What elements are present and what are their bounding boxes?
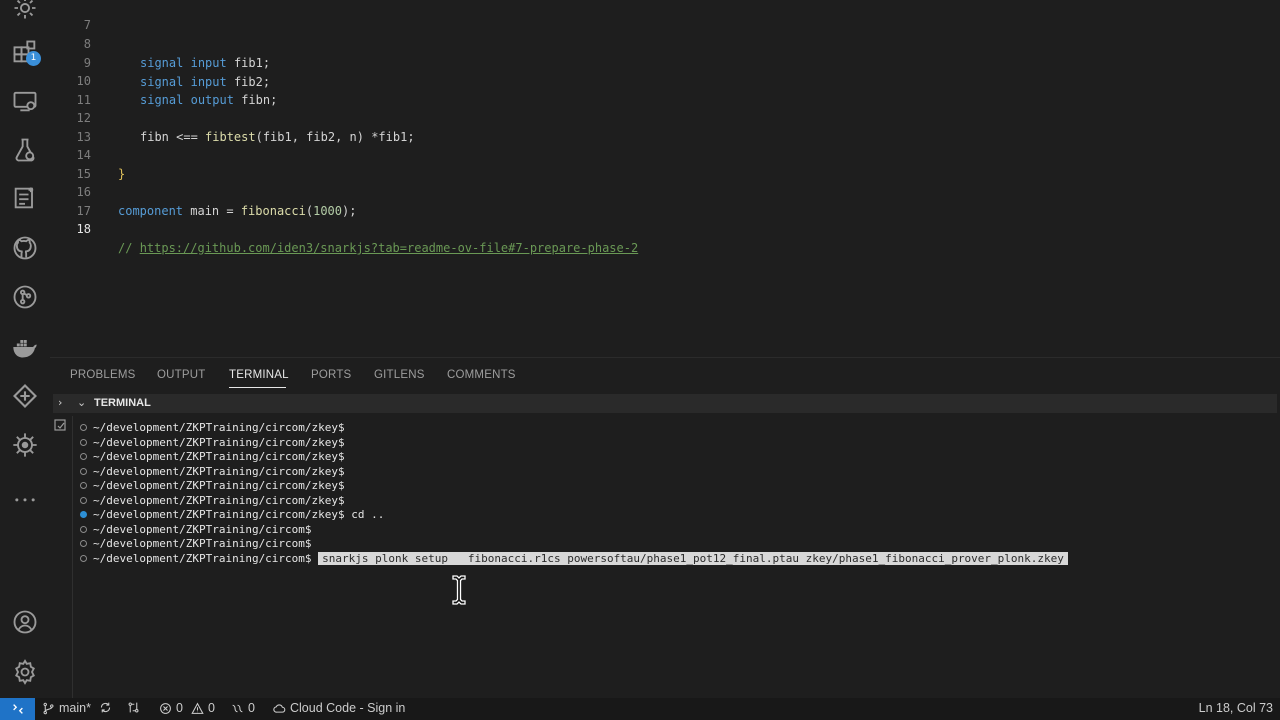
terminal-line: ~/development/ZKPTraining/circom/zkey$: [80, 421, 345, 436]
manage-gear-icon[interactable]: [9, 656, 41, 688]
ports-icon: [232, 704, 243, 712]
remote-explorer-icon[interactable]: [9, 85, 41, 117]
chevron-right-icon[interactable]: ›: [58, 396, 62, 409]
code-line-10: 10 signal output fibn;: [50, 53, 1280, 107]
terminal-line: ~/development/ZKPTraining/circom/zkey$: [80, 436, 345, 451]
cloud-code-label: Cloud Code - Sign in: [290, 701, 406, 715]
terminal-split-icon[interactable]: [53, 418, 69, 434]
code-line-16: 16 component main = fibonacci(1000);: [50, 164, 1280, 218]
problems-item[interactable]: 0 0: [159, 701, 215, 715]
error-count: 0: [176, 701, 183, 715]
command-decoration-icon[interactable]: [80, 424, 87, 431]
tab-gitlens[interactable]: GITLENS: [374, 369, 425, 381]
tab-comments[interactable]: COMMENTS: [447, 369, 516, 381]
command-decoration-icon[interactable]: [80, 525, 87, 533]
terminal-section-header[interactable]: › ⌄ TERMINAL: [53, 394, 1277, 413]
code-line-7: 7: [50, 0, 1280, 32]
helm-icon[interactable]: [9, 429, 41, 461]
terminal-line: ~/development/ZKPTraining/circom/zkey$: [80, 465, 345, 480]
terminal-line: ~/development/ZKPTraining/circom/zkey$: [80, 494, 345, 509]
github-icon[interactable]: [9, 232, 41, 264]
code-text: // https://github.com/iden3/snarkjs?tab=…: [118, 241, 639, 255]
error-icon: [160, 702, 171, 714]
code-line-8: 8 signal input fib1;: [50, 16, 1280, 70]
remote-indicator[interactable]: [0, 698, 35, 720]
code-line-17: 17: [50, 183, 1280, 218]
tab-problems[interactable]: PROBLEMS: [70, 369, 136, 381]
extensions-badge: 1: [26, 51, 41, 66]
notes-icon[interactable]: [9, 182, 41, 214]
branch-name: main*: [59, 701, 91, 715]
bottom-panel: PROBLEMS OUTPUT TERMINAL PORTS GITLENS C…: [50, 357, 1280, 698]
settings-gear-icon[interactable]: [9, 0, 41, 24]
terminal-line: ~/development/ZKPTraining/circom/zkey$ c…: [80, 508, 384, 523]
activity-bar: 1: [0, 0, 50, 698]
active-tab-indicator: [229, 387, 286, 388]
text-cursor-icon: [452, 575, 466, 605]
command-decoration-icon[interactable]: [80, 453, 87, 460]
terminal-line: ~/development/ZKPTraining/circom$: [80, 523, 312, 538]
terminal-section-title: TERMINAL: [94, 397, 151, 409]
terminal-line: ~/development/ZKPTraining/circom/zkey$: [80, 450, 345, 465]
code-line-18: 18 // https://github.com/iden3/snarkjs?t…: [50, 201, 1280, 255]
panel-tabs: PROBLEMS OUTPUT TERMINAL PORTS GITLENS C…: [50, 358, 1280, 394]
git-branch-item[interactable]: main*: [42, 701, 91, 715]
ports-count: 0: [248, 701, 255, 715]
tab-output[interactable]: OUTPUT: [157, 369, 205, 381]
code-line-12: 12 fibn <== fibtest(fib1, fib2, n) *fib1…: [50, 90, 1280, 144]
command-decoration-icon[interactable]: [80, 496, 87, 504]
comment-link[interactable]: https://github.com/iden3/snarkjs?tab=rea…: [140, 241, 639, 255]
warning-icon: [191, 702, 204, 714]
cursor-position[interactable]: Ln 18, Col 73: [1199, 701, 1273, 715]
code-line-11: 11: [50, 72, 1280, 107]
git-compare-item[interactable]: [127, 701, 140, 714]
command-decoration-icon[interactable]: [80, 511, 87, 518]
git-graph-icon[interactable]: [9, 281, 41, 313]
git-compare-icon: [128, 702, 139, 713]
tab-ports[interactable]: PORTS: [311, 369, 351, 381]
cloud-code-item[interactable]: Cloud Code - Sign in: [273, 701, 405, 715]
git-branch-icon: [43, 702, 54, 714]
command-decoration-icon[interactable]: [80, 438, 87, 446]
tab-terminal[interactable]: TERMINAL: [229, 369, 289, 381]
terminal-line: ~/development/ZKPTraining/circom$: [80, 537, 312, 552]
chevron-down-icon[interactable]: ⌄: [77, 396, 86, 409]
ports-item[interactable]: 0: [231, 701, 255, 715]
command-decoration-icon[interactable]: [80, 482, 87, 489]
terminal-line: ~/development/ZKPTraining/circom$ snarkj…: [80, 551, 1068, 567]
kubernetes-icon[interactable]: [9, 380, 41, 412]
code-editor[interactable]: 7 8 signal input fib1; 9 signal input fi…: [50, 0, 1280, 357]
command-decoration-icon[interactable]: [80, 540, 87, 547]
selected-command-text[interactable]: snarkjs plonk setup fibonacci.r1cs power…: [318, 551, 1068, 565]
docker-icon[interactable]: [9, 331, 41, 363]
remote-icon: [12, 704, 23, 714]
terminal-gutter-divider: [72, 416, 73, 698]
code-line-15: 15: [50, 146, 1280, 181]
more-icon[interactable]: [9, 478, 41, 510]
command-decoration-icon[interactable]: [80, 467, 87, 475]
code-line-13: 13: [50, 109, 1280, 144]
code-line-14: 14 }: [50, 127, 1280, 181]
command-decoration-icon[interactable]: [80, 554, 87, 562]
line-number: 18: [76, 222, 91, 236]
account-icon[interactable]: [9, 606, 41, 638]
sync-icon: [100, 702, 111, 713]
terminal-line: ~/development/ZKPTraining/circom/zkey$: [80, 479, 345, 494]
code-line-9: 9 signal input fib2;: [50, 35, 1280, 89]
sync-item[interactable]: [99, 701, 112, 714]
testing-icon[interactable]: [9, 134, 41, 166]
status-bar: main* 0 0 0 Cloud Code - Sign in Ln 18, …: [0, 698, 1280, 720]
warning-count: 0: [207, 701, 215, 715]
cloud-icon: [273, 703, 286, 713]
